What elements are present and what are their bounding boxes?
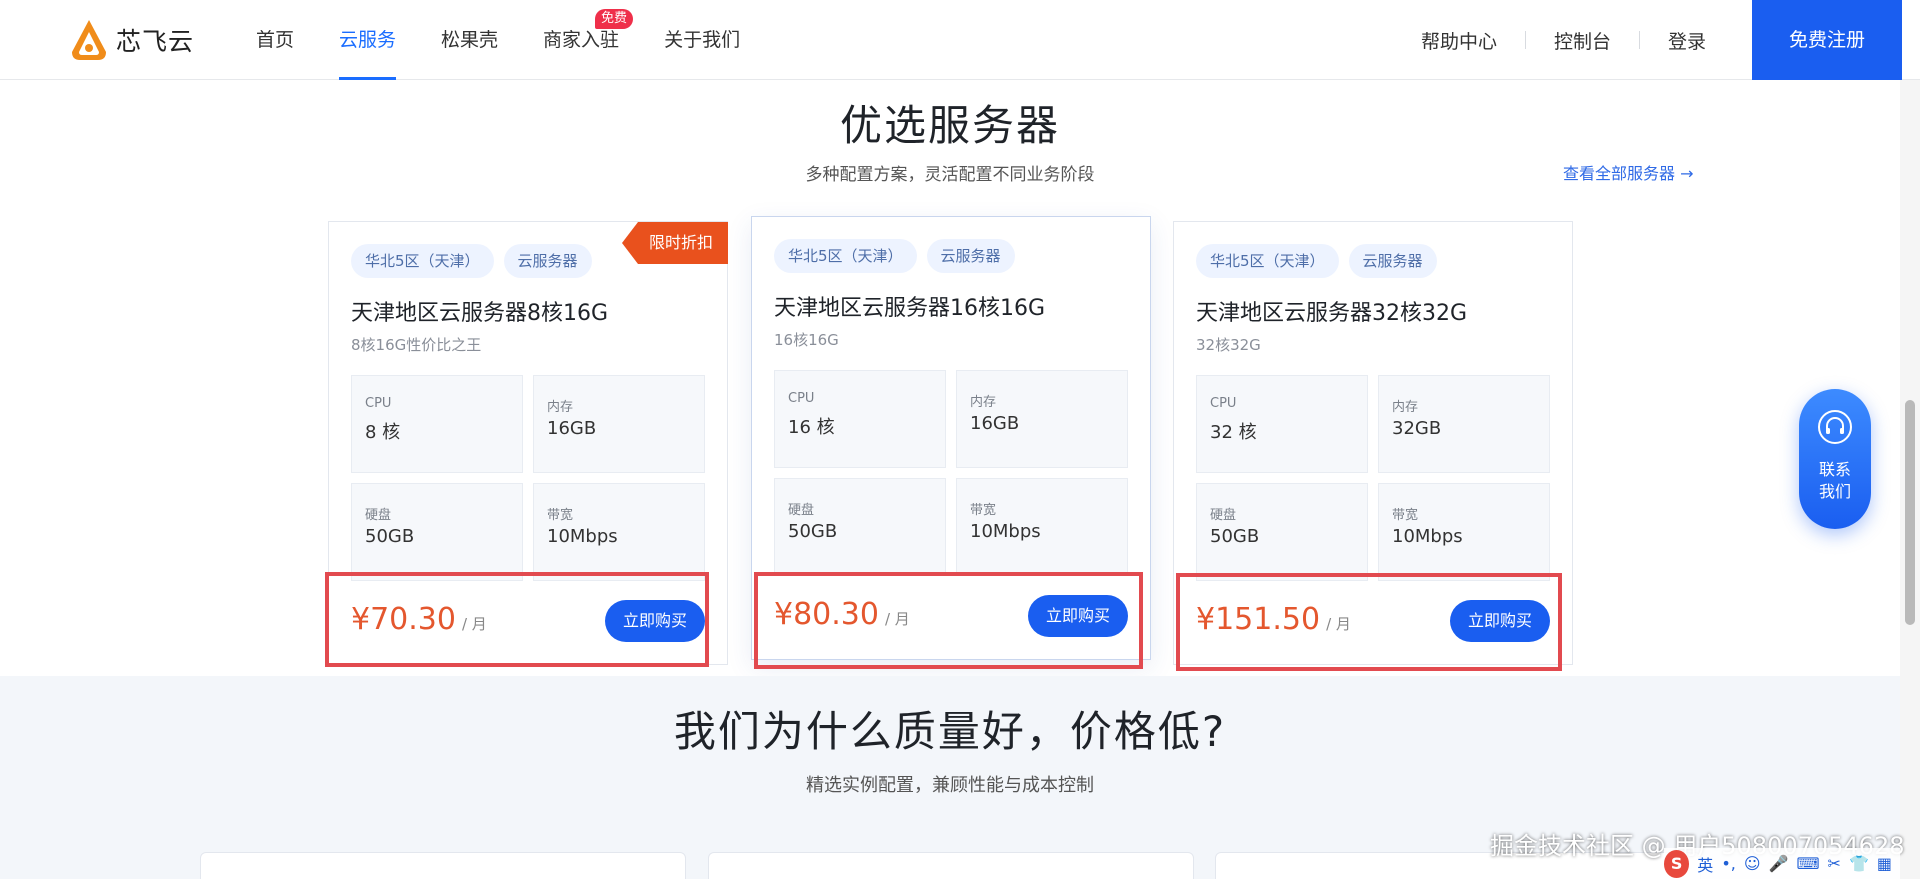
main-nav: 首页 云服务 松果壳 商家入驻 免费 关于我们 bbox=[256, 0, 785, 80]
card-desc: 8核16G性价比之王 bbox=[351, 336, 482, 354]
spec-value: 16GB bbox=[547, 418, 597, 439]
grid-icon[interactable]: ▦ bbox=[1877, 854, 1892, 873]
help-center-link[interactable]: 帮助中心 bbox=[1393, 27, 1525, 54]
spec-value: 16 核 bbox=[788, 417, 835, 438]
spec-value: 10Mbps bbox=[1392, 526, 1463, 547]
spec-disk: 硬盘 50GB bbox=[774, 478, 946, 576]
tag-list: 华北5区（天津） 云服务器 bbox=[351, 244, 602, 278]
spec-key: CPU bbox=[365, 396, 392, 411]
nav-merchant[interactable]: 商家入驻 免费 bbox=[543, 0, 634, 80]
emoji-icon[interactable]: ☺ bbox=[1744, 854, 1761, 873]
product-tag: 云服务器 bbox=[926, 239, 1015, 273]
nav-about[interactable]: 关于我们 bbox=[664, 0, 740, 80]
spec-value: 50GB bbox=[365, 526, 415, 547]
nav-merchant-label: 商家入驻 bbox=[543, 29, 620, 51]
promo-ribbon: 限时折扣 bbox=[622, 222, 728, 264]
contact-us-float-button[interactable]: 联系 我们 bbox=[1799, 389, 1871, 529]
why-us-subtitle: 精选实例配置，兼顾性能与成本控制 bbox=[806, 775, 1094, 796]
spec-value: 16GB bbox=[970, 413, 1020, 434]
spec-key: 硬盘 bbox=[365, 508, 392, 523]
console-link[interactable]: 控制台 bbox=[1526, 27, 1639, 54]
spec-value: 50GB bbox=[788, 521, 838, 542]
ime-toolbar[interactable]: S 英 •, ☺ 🎤 ⌨ ✂ 👕 ▦ bbox=[1664, 848, 1900, 879]
login-link[interactable]: 登录 bbox=[1640, 27, 1734, 54]
card-title: 天津地区云服务器16核16G bbox=[774, 296, 1046, 321]
spec-memory: 内存 16GB bbox=[533, 375, 705, 473]
feature-card bbox=[708, 852, 1194, 879]
scrollbar-thumb[interactable] bbox=[1905, 400, 1915, 625]
ime-logo-icon[interactable]: S bbox=[1664, 849, 1690, 878]
nav-home[interactable]: 首页 bbox=[256, 0, 294, 80]
contact-line-2: 我们 bbox=[1818, 482, 1851, 501]
why-us-title: 我们为什么质量好，价格低? bbox=[673, 707, 1227, 756]
tools-icon[interactable]: ✂ bbox=[1828, 854, 1841, 873]
region-tag: 华北5区（天津） bbox=[774, 239, 917, 273]
section-title: 优选服务器 bbox=[839, 101, 1060, 150]
view-all-servers-link[interactable]: 查看全部服务器 → bbox=[1563, 160, 1694, 184]
spec-key: CPU bbox=[788, 391, 815, 406]
contact-label: 联系 我们 bbox=[1799, 459, 1871, 503]
free-badge: 免费 bbox=[595, 9, 634, 29]
feature-card bbox=[200, 852, 686, 879]
price-highlight-box bbox=[754, 572, 1143, 669]
keyboard-icon[interactable]: ⌨ bbox=[1796, 854, 1819, 873]
spec-value: 32GB bbox=[1392, 418, 1442, 439]
card-title: 天津地区云服务器8核16G bbox=[351, 301, 609, 326]
card-desc: 16核16G bbox=[774, 331, 839, 349]
spec-key: 硬盘 bbox=[788, 503, 815, 518]
card-desc: 32核32G bbox=[1196, 336, 1261, 354]
spec-value: 10Mbps bbox=[547, 526, 618, 547]
price-highlight-box bbox=[1176, 573, 1562, 671]
region-tag: 华北5区（天津） bbox=[351, 244, 494, 278]
ime-punct-icon[interactable]: •, bbox=[1721, 854, 1736, 873]
spec-bandwidth: 带宽 10Mbps bbox=[956, 478, 1128, 576]
spec-disk: 硬盘 50GB bbox=[1196, 483, 1368, 581]
spec-key: 内存 bbox=[1392, 400, 1419, 415]
spec-value: 50GB bbox=[1210, 526, 1260, 547]
spec-value: 8 核 bbox=[365, 422, 401, 443]
spec-value: 10Mbps bbox=[970, 521, 1041, 542]
spec-cpu: CPU 8 核 bbox=[351, 375, 523, 473]
spec-disk: 硬盘 50GB bbox=[351, 483, 523, 581]
spec-cpu: CPU 16 核 bbox=[774, 370, 946, 468]
register-button[interactable]: 免费注册 bbox=[1752, 0, 1902, 80]
card-title: 天津地区云服务器32核32G bbox=[1196, 301, 1468, 326]
header-right: 帮助中心 控制台 登录 免费注册 bbox=[1393, 0, 1920, 80]
brand-flame-icon bbox=[72, 20, 106, 60]
spec-value: 32 核 bbox=[1210, 422, 1257, 443]
contact-line-1: 联系 bbox=[1818, 460, 1851, 479]
spec-memory: 内存 32GB bbox=[1378, 375, 1550, 473]
site-header: 芯飞云 首页 云服务 松果壳 商家入驻 免费 关于我们 帮助中心 控制台 登录 … bbox=[0, 0, 1920, 80]
mic-icon[interactable]: 🎤 bbox=[1769, 854, 1789, 873]
product-tag: 云服务器 bbox=[1348, 244, 1437, 278]
spec-key: 硬盘 bbox=[1210, 508, 1237, 523]
headset-icon bbox=[1818, 410, 1852, 444]
product-tag: 云服务器 bbox=[503, 244, 592, 278]
tag-list: 华北5区（天津） 云服务器 bbox=[1196, 244, 1447, 278]
tag-list: 华北5区（天津） 云服务器 bbox=[774, 239, 1025, 273]
nav-pinecone[interactable]: 松果壳 bbox=[441, 0, 498, 80]
spec-key: 内存 bbox=[547, 400, 574, 415]
nav-cloud-service[interactable]: 云服务 bbox=[339, 0, 397, 80]
spec-key: 带宽 bbox=[547, 508, 574, 523]
spec-bandwidth: 带宽 10Mbps bbox=[533, 483, 705, 581]
spec-key: 内存 bbox=[970, 395, 997, 410]
spec-cpu: CPU 32 核 bbox=[1196, 375, 1368, 473]
spec-key: 带宽 bbox=[970, 503, 997, 518]
skin-icon[interactable]: 👕 bbox=[1849, 854, 1869, 873]
spec-key: CPU bbox=[1210, 396, 1237, 411]
region-tag: 华北5区（天津） bbox=[1196, 244, 1339, 278]
brand-name: 芯飞云 bbox=[116, 27, 195, 56]
spec-memory: 内存 16GB bbox=[956, 370, 1128, 468]
price-highlight-box bbox=[325, 572, 709, 667]
ime-mode[interactable]: 英 bbox=[1697, 852, 1713, 876]
brand-logo[interactable]: 芯飞云 bbox=[70, 18, 194, 62]
spec-bandwidth: 带宽 10Mbps bbox=[1378, 483, 1550, 581]
spec-key: 带宽 bbox=[1392, 508, 1419, 523]
